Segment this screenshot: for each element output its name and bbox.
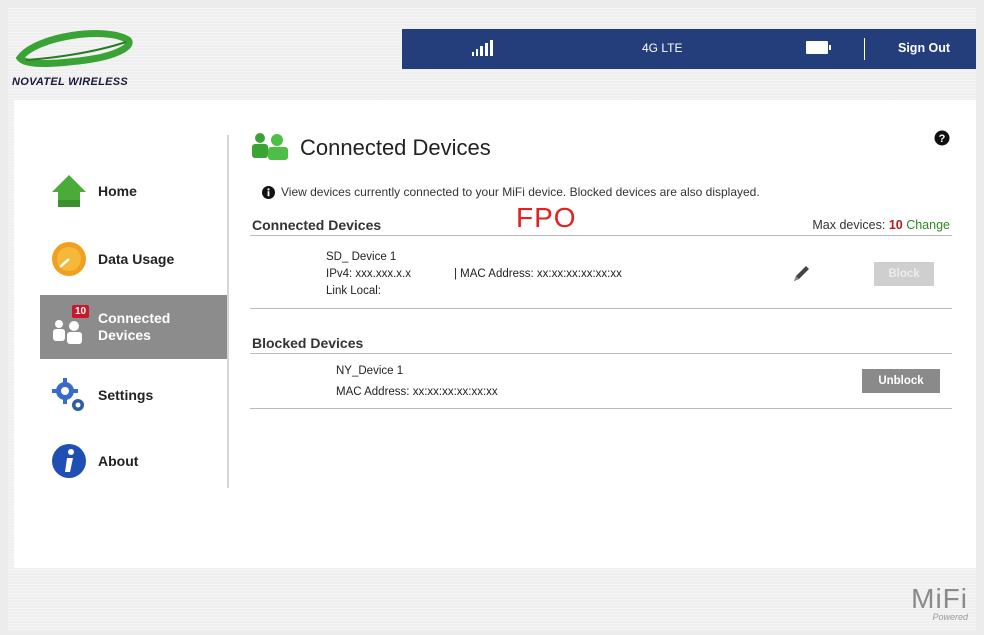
mifi-brand: MiFi Powered	[911, 583, 968, 623]
section-title: Connected Devices	[252, 217, 382, 233]
home-icon	[52, 175, 86, 207]
device-link-local: Link Local:	[326, 285, 381, 297]
sidebar-item-label-line1: Connected	[98, 310, 171, 326]
edit-pencil-icon[interactable]	[790, 263, 812, 285]
section-title: Blocked Devices	[252, 335, 364, 351]
connected-devices-header: Connected Devices Max devices: 10 Change	[250, 214, 952, 236]
device-ipv4: IPv4: xxx.xxx.x.x	[326, 268, 411, 280]
page-title: Connected Devices	[300, 135, 491, 160]
network-type: 4G LTE	[642, 41, 683, 55]
main-panel: Home Data Usage 10 Connected Devices Set…	[14, 100, 976, 568]
sidebar-item-label: About	[98, 453, 139, 469]
sidebar-item-label-line2: Devices	[98, 327, 151, 343]
signal-strength-icon	[472, 40, 493, 56]
blocked-device-row: NY_Device 1 MAC Address: xx:xx:xx:xx:xx:…	[250, 355, 952, 409]
info-icon	[52, 444, 86, 478]
sign-out-link[interactable]: Sign Out	[898, 41, 950, 55]
connected-devices-icon	[252, 133, 288, 160]
mifi-logo-text: MiFi	[911, 583, 968, 614]
sidebar: Home Data Usage 10 Connected Devices Set…	[40, 135, 229, 488]
device-name: NY_Device 1	[336, 365, 404, 377]
device-mac: | MAC Address: xx:xx:xx:xx:xx:xx	[454, 268, 622, 280]
change-link[interactable]: Change	[906, 218, 950, 232]
info-icon	[262, 185, 275, 199]
sidebar-item-label: Connected Devices	[98, 310, 170, 344]
device-name: SD_ Device 1	[326, 251, 397, 263]
svg-text:?: ?	[939, 133, 946, 145]
battery-icon	[806, 41, 831, 54]
settings-gears-icon	[52, 378, 84, 411]
help-icon[interactable]: ?	[934, 130, 950, 146]
sidebar-item-connected-devices[interactable]: 10 Connected Devices	[40, 295, 227, 359]
sidebar-item-label: Home	[98, 183, 137, 199]
sidebar-item-home[interactable]: Home	[40, 159, 227, 223]
logo-swoosh-icon	[16, 30, 133, 67]
data-usage-gauge-icon	[52, 242, 86, 276]
divider	[864, 38, 865, 60]
device-count-badge: 10	[72, 305, 90, 318]
status-bar: 4G LTE Sign Out	[402, 29, 976, 69]
sidebar-item-about[interactable]: About	[40, 429, 227, 493]
blocked-devices-header: Blocked Devices	[250, 332, 952, 354]
max-devices-label: Max devices:	[812, 218, 889, 232]
info-text: View devices currently connected to your…	[281, 185, 760, 199]
sidebar-item-settings[interactable]: Settings	[40, 363, 227, 427]
sidebar-item-data-usage[interactable]: Data Usage	[40, 227, 227, 291]
max-devices-count: 10	[888, 218, 903, 232]
sidebar-item-label: Data Usage	[98, 251, 175, 267]
info-message: View devices currently connected to your…	[262, 185, 760, 199]
unblock-button[interactable]: Unblock	[862, 369, 940, 393]
novatel-logo: NOVATEL WIRELESS	[12, 30, 152, 90]
device-mac: MAC Address: xx:xx:xx:xx:xx:xx	[336, 386, 498, 398]
logo-text: NOVATEL WIRELESS	[12, 76, 129, 88]
max-devices: Max devices: 10 Change	[812, 218, 950, 232]
sidebar-item-label: Settings	[98, 387, 154, 403]
connected-device-row: SD_ Device 1 IPv4: xxx.xxx.x.x | MAC Add…	[250, 237, 952, 309]
block-button[interactable]: Block	[874, 262, 934, 286]
